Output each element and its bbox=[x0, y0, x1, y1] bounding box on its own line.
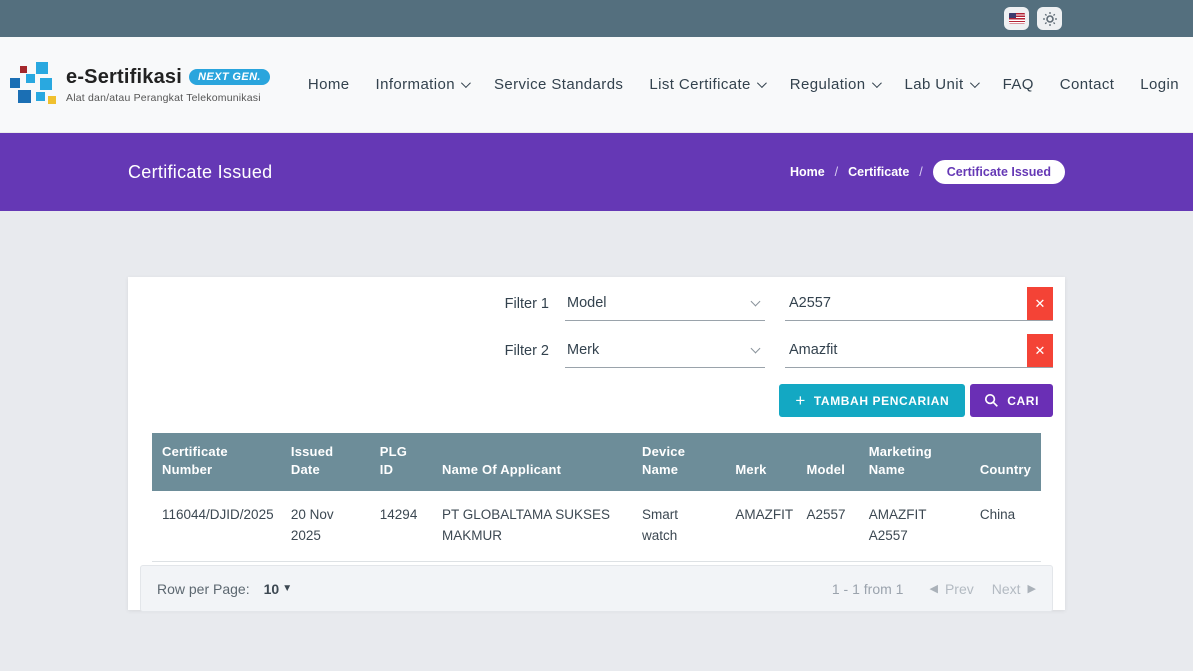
filter-2-field-select[interactable]: Merk bbox=[565, 334, 765, 368]
page-header: Certificate Issued Home / Certificate / … bbox=[0, 133, 1193, 211]
top-utility-bar bbox=[0, 0, 1193, 37]
breadcrumb: Home / Certificate / Certificate Issued bbox=[790, 160, 1065, 184]
rows-per-page-select[interactable]: 10 ▼ bbox=[264, 581, 292, 597]
filter-actions: + TAMBAH PENCARIAN CARI bbox=[128, 384, 1065, 417]
chevron-down-icon bbox=[871, 78, 881, 88]
nav-item-home[interactable]: Home bbox=[308, 76, 350, 93]
filter-2-value-input[interactable] bbox=[785, 334, 1027, 367]
prev-page-button[interactable]: ◀ Prev bbox=[929, 581, 973, 597]
col-device-name: Device Name bbox=[632, 433, 725, 491]
filter-row-1: Filter 1 Model ✕ bbox=[128, 287, 1065, 321]
brand-subtitle: Alat dan/atau Perangkat Telekomunikasi bbox=[66, 92, 270, 104]
cell-model: A2557 bbox=[796, 491, 858, 561]
pagination-bar: Row per Page: 10 ▼ 1 - 1 from 1 ◀ Prev N… bbox=[140, 565, 1053, 612]
add-search-button[interactable]: + TAMBAH PENCARIAN bbox=[779, 384, 965, 417]
breadcrumb-home[interactable]: Home bbox=[790, 165, 825, 179]
breadcrumb-current-pill: Certificate Issued bbox=[933, 160, 1065, 184]
brand-title: e-Sertifikasi bbox=[66, 66, 182, 89]
col-country: Country bbox=[970, 433, 1041, 491]
col-certificate-number: Certificate Number bbox=[152, 433, 281, 491]
nav-item-list-certificate[interactable]: List Certificate bbox=[649, 76, 763, 93]
brand-text: e-Sertifikasi NEXT GEN. Alat dan/atau Pe… bbox=[66, 66, 270, 104]
search-button[interactable]: CARI bbox=[970, 384, 1053, 417]
brand-logo-icon bbox=[10, 62, 56, 108]
cell-plg-id: 14294 bbox=[370, 491, 432, 561]
filter-1-field-select[interactable]: Model bbox=[565, 287, 765, 321]
breadcrumb-separator: / bbox=[919, 165, 922, 179]
cell-country: China bbox=[970, 491, 1041, 561]
cell-marketing-name: AMAZFIT A2557 bbox=[859, 491, 970, 561]
breadcrumb-certificate[interactable]: Certificate bbox=[848, 165, 909, 179]
results-table: Certificate Number Issued Date PLG ID Na… bbox=[152, 433, 1041, 562]
cell-certificate-number: 116044/DJID/2025 bbox=[152, 491, 281, 561]
chevron-down-icon bbox=[757, 78, 767, 88]
pagination-range: 1 - 1 from 1 bbox=[832, 581, 904, 597]
search-icon bbox=[984, 393, 999, 408]
language-switch-button[interactable] bbox=[1004, 7, 1029, 30]
prev-arrow-icon: ◀ bbox=[929, 582, 937, 595]
filter-1-value-input[interactable] bbox=[785, 287, 1027, 320]
nav-item-login[interactable]: Login bbox=[1140, 76, 1179, 93]
nav-item-information[interactable]: Information bbox=[376, 76, 468, 93]
content-card: Filter 1 Model ✕ Filter 2 Merk ✕ + TAMBA… bbox=[128, 277, 1065, 610]
cell-issued-date: 20 Nov 2025 bbox=[281, 491, 370, 561]
col-merk: Merk bbox=[725, 433, 796, 491]
nav-item-faq[interactable]: FAQ bbox=[1003, 76, 1034, 93]
chevron-down-icon bbox=[751, 297, 761, 307]
table-header-row: Certificate Number Issued Date PLG ID Na… bbox=[152, 433, 1041, 491]
chevron-down-icon bbox=[751, 344, 761, 354]
filter-1-label: Filter 1 bbox=[505, 296, 549, 321]
nav-item-service-standards[interactable]: Service Standards bbox=[494, 76, 623, 93]
filter-2-label: Filter 2 bbox=[505, 343, 549, 368]
rows-per-page-label: Row per Page: bbox=[157, 581, 250, 597]
next-arrow-icon: ▶ bbox=[1028, 582, 1036, 595]
plus-icon: + bbox=[795, 391, 806, 411]
table-row[interactable]: 116044/DJID/2025 20 Nov 2025 14294 PT GL… bbox=[152, 491, 1041, 561]
nav-items: Home Information Service Standards List … bbox=[308, 76, 1179, 93]
nav-item-contact[interactable]: Contact bbox=[1060, 76, 1115, 93]
filter-1-clear-button[interactable]: ✕ bbox=[1027, 287, 1053, 320]
brand-badge: NEXT GEN. bbox=[189, 69, 270, 85]
col-marketing-name: Marketing Name bbox=[859, 433, 970, 491]
filter-row-2: Filter 2 Merk ✕ bbox=[128, 334, 1065, 368]
dropdown-triangle-icon: ▼ bbox=[282, 583, 292, 594]
close-icon: ✕ bbox=[1035, 296, 1046, 312]
filter-2-clear-button[interactable]: ✕ bbox=[1027, 334, 1053, 367]
chevron-down-icon bbox=[970, 78, 980, 88]
close-icon: ✕ bbox=[1035, 343, 1046, 359]
cell-device-name: Smart watch bbox=[632, 491, 725, 561]
nav-item-lab-unit[interactable]: Lab Unit bbox=[905, 76, 977, 93]
page-title: Certificate Issued bbox=[128, 162, 272, 183]
col-issued-date: Issued Date bbox=[281, 433, 370, 491]
gear-icon bbox=[1042, 11, 1058, 27]
chevron-down-icon bbox=[461, 78, 471, 88]
col-model: Model bbox=[796, 433, 858, 491]
filter-1-input-group: ✕ bbox=[785, 287, 1053, 321]
filter-2-input-group: ✕ bbox=[785, 334, 1053, 368]
breadcrumb-separator: / bbox=[835, 165, 838, 179]
col-plg-id: PLG ID bbox=[370, 433, 432, 491]
cell-merk: AMAZFIT bbox=[725, 491, 796, 561]
main-navbar: e-Sertifikasi NEXT GEN. Alat dan/atau Pe… bbox=[0, 37, 1193, 133]
nav-item-regulation[interactable]: Regulation bbox=[790, 76, 879, 93]
settings-button[interactable] bbox=[1037, 7, 1062, 30]
cell-name-of-applicant: PT GLOBALTAMA SUKSES MAKMUR bbox=[432, 491, 632, 561]
us-flag-icon bbox=[1009, 13, 1025, 24]
col-name-of-applicant: Name Of Applicant bbox=[432, 433, 632, 491]
brand[interactable]: e-Sertifikasi NEXT GEN. Alat dan/atau Pe… bbox=[10, 62, 270, 108]
next-page-button[interactable]: Next ▶ bbox=[992, 581, 1036, 597]
